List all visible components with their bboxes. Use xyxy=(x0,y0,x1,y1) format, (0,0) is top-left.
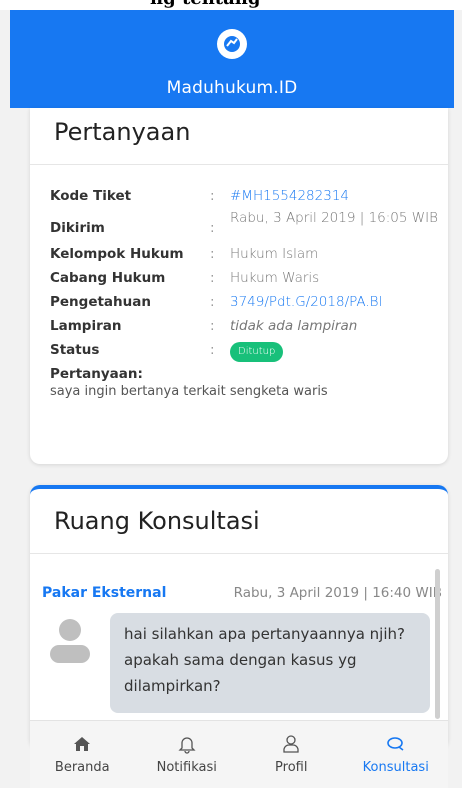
bell-icon xyxy=(178,737,196,754)
nav-beranda[interactable]: Beranda xyxy=(30,721,135,788)
nav-label-profil: Profil xyxy=(275,760,308,775)
attachment-value: tidak ada lampiran xyxy=(230,318,358,334)
row-law-branch: Cabang Hukum : Hukum Waris xyxy=(50,268,440,288)
row-ticket-code: Kode Tiket : #MH1554282314 xyxy=(50,186,440,206)
nav-profil[interactable]: Profil xyxy=(239,721,344,788)
message-time: Rabu, 3 April 2019 | 16:40 WIB xyxy=(233,585,442,601)
row-attachment: Lampiran : tidak ada lampiran xyxy=(50,316,440,336)
app-title: Maduhukum.ID xyxy=(166,78,298,98)
row-sent: Dikirim : Rabu, 3 April 2019 | 16:05 WIB xyxy=(50,208,440,238)
attachment-label: Lampiran xyxy=(50,318,122,334)
knowledge-link[interactable]: 3749/Pdt.G/2018/PA.Bl xyxy=(230,292,440,312)
nav-label-beranda: Beranda xyxy=(54,760,110,775)
law-group-label: Kelompok Hukum xyxy=(50,246,184,262)
question-card: Pertanyaan Kode Tiket : #MH1554282314 Di… xyxy=(30,108,448,464)
nav-label-konsultasi: Konsultasi xyxy=(362,760,429,775)
sent-label: Dikirim xyxy=(50,220,105,236)
top-cut-text: ng tentang xyxy=(0,0,462,10)
status-label: Status xyxy=(50,342,100,358)
consultation-card: Ruang Konsultasi Pakar Eksternal Rabu, 3… xyxy=(30,485,448,749)
row-status: Status : Ditutup xyxy=(50,340,440,362)
law-branch-label: Cabang Hukum xyxy=(50,270,166,286)
message-sender: Pakar Eksternal xyxy=(42,585,167,601)
avatar-icon xyxy=(50,617,90,663)
ticket-code-label: Kode Tiket xyxy=(50,188,132,204)
chat-scrollbar[interactable] xyxy=(435,569,440,719)
question-text: saya ingin bertanya terkait sengketa war… xyxy=(50,384,328,399)
row-law-group: Kelompok Hukum : Hukum Islam xyxy=(50,244,440,264)
question-card-title: Pertanyaan xyxy=(30,108,448,165)
chat-icon xyxy=(386,737,404,751)
nav-label-notifikasi: Notifikasi xyxy=(156,760,217,775)
user-icon xyxy=(283,735,299,753)
app-header: Maduhukum.ID xyxy=(10,10,454,108)
question-details: Kode Tiket : #MH1554282314 Dikirim : Rab… xyxy=(50,186,440,402)
bottom-nav: Beranda Notifikasi Profil Konsultasi xyxy=(30,720,448,788)
message-header: Pakar Eksternal Rabu, 3 April 2019 | 16:… xyxy=(42,585,442,601)
ticket-code-link[interactable]: #MH1554282314 xyxy=(230,186,440,206)
home-icon xyxy=(74,737,91,751)
law-branch-value: Hukum Waris xyxy=(230,270,320,286)
knowledge-label: Pengetahuan xyxy=(50,294,151,310)
brand-logo-icon xyxy=(217,29,247,59)
nav-konsultasi[interactable]: Konsultasi xyxy=(344,721,449,788)
nav-notifikasi[interactable]: Notifikasi xyxy=(135,721,240,788)
row-knowledge: Pengetahuan : 3749/Pdt.G/2018/PA.Bl xyxy=(50,292,440,312)
status-badge: Ditutup xyxy=(230,342,284,362)
sent-value: Rabu, 3 April 2019 | 16:05 WIB xyxy=(230,210,438,226)
consultation-card-title: Ruang Konsultasi xyxy=(30,489,448,554)
law-group-value: Hukum Islam xyxy=(230,246,319,262)
question-label: Pertanyaan: xyxy=(50,366,143,382)
message-bubble: hai silahkan apa pertanyaannya njih? apa… xyxy=(110,613,430,713)
